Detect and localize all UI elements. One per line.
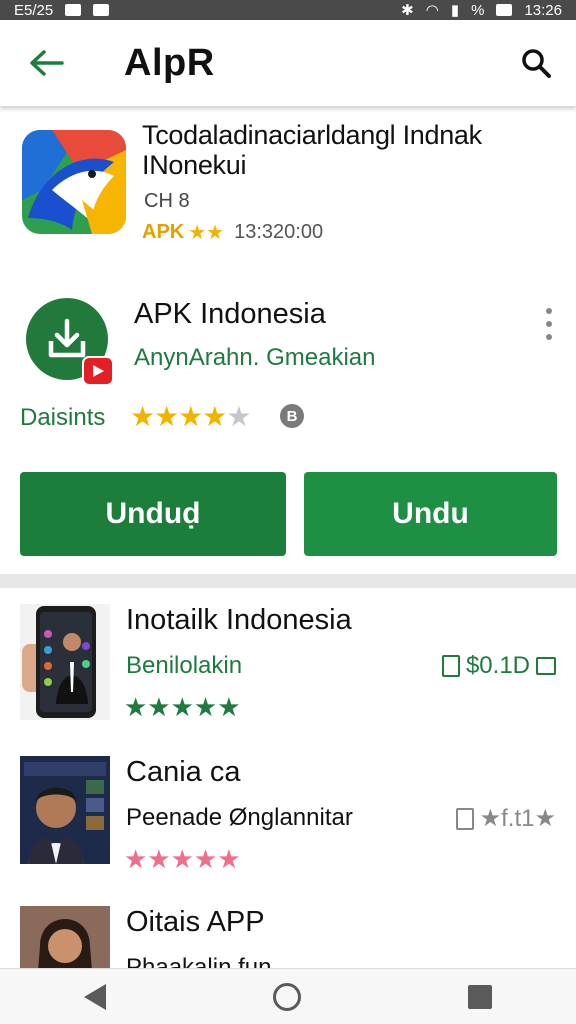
app-thumbnail: [20, 604, 110, 720]
download-icon: [48, 318, 86, 358]
list-item-price[interactable]: ★f.t1★: [455, 804, 556, 833]
app-thumbnail: [20, 756, 110, 864]
more-options-button[interactable]: [532, 304, 566, 344]
list-item-subtitle: Peenade Ønglannitar: [126, 804, 353, 831]
nav-home-icon[interactable]: [272, 982, 301, 1011]
bag-icon: [455, 807, 474, 830]
featured-time: 13:320:00: [234, 221, 324, 243]
search-icon: [522, 49, 551, 78]
list-item-title: Oitais APP: [126, 906, 265, 938]
list-item-stars: ★★★★★: [124, 844, 241, 874]
list-item-title: Inotailk Indonesia: [126, 604, 352, 636]
download-button-secondary[interactable]: Undu: [304, 472, 557, 556]
app-name: APK Indonesia: [134, 298, 326, 330]
dot-icon: [546, 334, 552, 340]
arrow-left-icon: [30, 50, 64, 76]
status-left-text: E5/25: [14, 1, 54, 19]
wifi-icon: ◠: [425, 2, 439, 19]
price-text: $0.1D: [465, 652, 530, 679]
rating-stars: ★★★★★: [130, 400, 252, 433]
dot-icon: [546, 308, 552, 314]
featured-app-meta: APK ★★ 13:320:00: [142, 220, 323, 245]
nav-recents-icon[interactable]: [468, 984, 493, 1009]
system-nav-bar: [0, 968, 576, 1024]
featured-app-subtitle: CH 8: [144, 190, 190, 212]
rating-stars-filled: ★★★★: [130, 401, 227, 432]
bluetooth-icon: ✱: [401, 2, 414, 19]
status-bar: E5/25 ✱ ◠ ▮ % 13:26: [0, 0, 576, 20]
featured-app-title: Tcodaladinaciarldangl Indnak INonekui: [142, 120, 482, 180]
section-divider: [0, 574, 576, 588]
app-detail-section: APK Indonesia AnynArahn. Gmeakian Daisin…: [0, 278, 576, 578]
list-item-subtitle: Benilolakin: [126, 652, 243, 679]
rating-label: Daisints: [20, 404, 106, 431]
bag-icon: [441, 655, 460, 677]
apk-badge: APK: [142, 221, 185, 243]
status-time: 13:26: [524, 1, 562, 19]
battery-icon: [496, 4, 513, 16]
back-button[interactable]: [16, 33, 76, 93]
featured-stars: ★★: [188, 222, 225, 244]
list-item[interactable]: Inotailk Indonesia Benilolakin ★★★★★ $0.…: [0, 604, 576, 754]
battery-percent: %: [471, 1, 485, 19]
list-item-price[interactable]: $0.1D: [441, 652, 556, 680]
app-developer[interactable]: AnynArahn. Gmeakian: [134, 344, 375, 372]
signal-icon: ▮: [450, 2, 460, 19]
play-badge-icon: [82, 356, 114, 386]
nav-back-icon[interactable]: [83, 983, 106, 1010]
page-title: AlpR: [124, 41, 215, 84]
app-bar: AlpR: [0, 20, 576, 106]
list-item-stars: ★★★★★: [124, 692, 241, 722]
info-badge[interactable]: B: [280, 404, 304, 428]
search-button[interactable]: [510, 37, 562, 89]
cart-icon: [536, 657, 556, 675]
featured-app-card[interactable]: Tcodaladinaciarldangl Indnak INonekui CH…: [0, 112, 576, 262]
list-item[interactable]: Cania ca Peenade Ønglannitar ★★★★★ ★f.t1…: [0, 756, 576, 906]
list-item-title: Cania ca: [126, 756, 241, 788]
mail-icon: [93, 4, 110, 16]
image-icon: [65, 4, 82, 16]
download-button-primary[interactable]: Unduḍ: [20, 472, 286, 556]
featured-app-icon: [22, 130, 126, 234]
rating-stars-empty: ★: [226, 401, 251, 432]
price-text: ★f.t1★: [479, 805, 556, 832]
dot-icon: [546, 321, 552, 327]
